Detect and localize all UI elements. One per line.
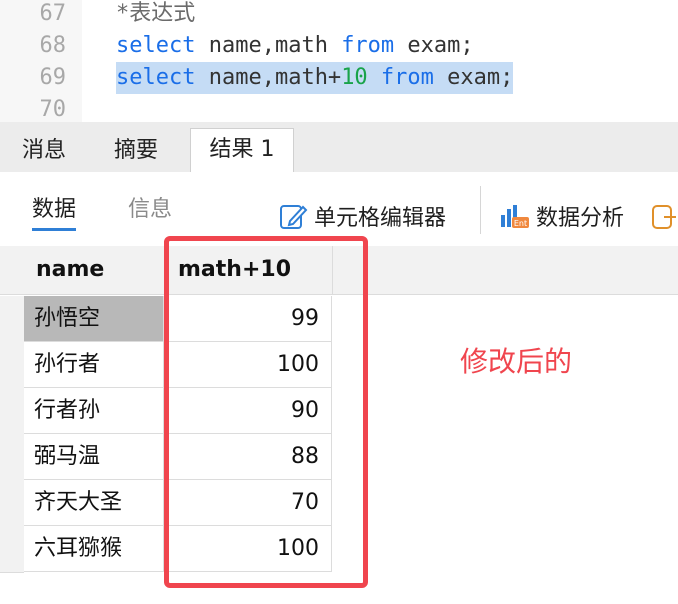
row-header[interactable] (0, 526, 24, 573)
cell-name[interactable]: 孙悟空 (24, 296, 164, 342)
subtab-info[interactable]: 信息 (128, 192, 172, 228)
code-fragment: exam; (433, 65, 514, 90)
code-line-68: 68 select name,math from exam; (0, 30, 678, 62)
pencil-edit-icon (280, 205, 308, 229)
keyword-from: from (367, 65, 434, 90)
number-literal: 10 (341, 65, 368, 90)
result-toolbar: 数据 信息 单元格编辑器 Ent 数据分析 (0, 172, 678, 244)
selected-code-text: select name,math+10 from exam; (116, 62, 514, 94)
result-tab-bar: 消息 摘要 结果 1 (0, 122, 678, 173)
data-analysis-button[interactable]: Ent 数据分析 (498, 198, 624, 234)
code-line-67: 67 *表达式 (0, 0, 678, 30)
line-number: 68 (39, 33, 67, 58)
column-header-name[interactable]: name (36, 246, 104, 294)
keyword-select: select (116, 33, 196, 58)
tab-summary[interactable]: 摘要 (96, 130, 176, 172)
export-button[interactable] (650, 198, 678, 234)
tab-messages[interactable]: 消息 (0, 130, 88, 172)
code-text: *表达式 (116, 1, 196, 26)
row-header[interactable] (0, 296, 24, 343)
cell-editor-button[interactable]: 单元格编辑器 (278, 198, 446, 234)
row-header[interactable] (0, 342, 24, 389)
cell-name[interactable]: 六耳猕猴 (24, 526, 164, 572)
svg-text:Ent: Ent (514, 219, 527, 228)
cell-name[interactable]: 孙行者 (24, 342, 164, 388)
toolbar-separator (480, 186, 481, 234)
data-analysis-label: 数据分析 (536, 206, 625, 231)
keyword-from: from (341, 33, 395, 58)
code-text: select name,math from exam; (116, 30, 474, 62)
code-fragment: name,math (195, 33, 342, 58)
annotation-text: 修改后的 (460, 345, 573, 378)
sql-editor[interactable]: 67 *表达式 68 select name,math from exam; 6… (0, 0, 678, 122)
code-fragment: exam; (394, 33, 474, 58)
line-number: 69 (39, 65, 67, 90)
code-fragment: name,math+ (195, 65, 342, 90)
cell-name[interactable]: 齐天大圣 (24, 480, 164, 526)
row-header[interactable] (0, 480, 24, 527)
keyword-select: select (116, 65, 196, 90)
cell-name[interactable]: 弼马温 (24, 434, 164, 480)
cell-name[interactable]: 行者孙 (24, 388, 164, 434)
subtab-data[interactable]: 数据 (32, 192, 77, 231)
data-analysis-icon: Ent (501, 205, 529, 228)
row-header[interactable] (0, 434, 24, 481)
export-icon (652, 205, 676, 229)
tab-result-1[interactable]: 结果 1 (190, 128, 294, 173)
code-line-69: 69 select name,math+10 from exam; (0, 62, 678, 94)
red-highlight-box (164, 236, 368, 588)
line-number: 67 (39, 1, 67, 26)
row-header[interactable] (0, 388, 24, 435)
cell-editor-label: 单元格编辑器 (314, 206, 447, 231)
